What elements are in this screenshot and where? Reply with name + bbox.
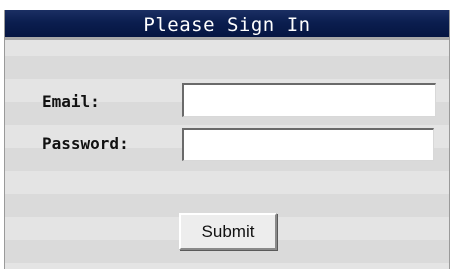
email-label: Email: — [42, 92, 100, 111]
password-label: Password: — [42, 134, 129, 153]
sign-in-title: Please Sign In — [143, 14, 311, 36]
submit-button[interactable]: Submit — [179, 213, 277, 250]
sign-in-header: Please Sign In — [5, 10, 449, 40]
sign-in-panel: Please Sign In Email: Password: Submit — [4, 10, 450, 269]
email-field[interactable] — [182, 83, 436, 117]
password-field[interactable] — [182, 128, 434, 161]
